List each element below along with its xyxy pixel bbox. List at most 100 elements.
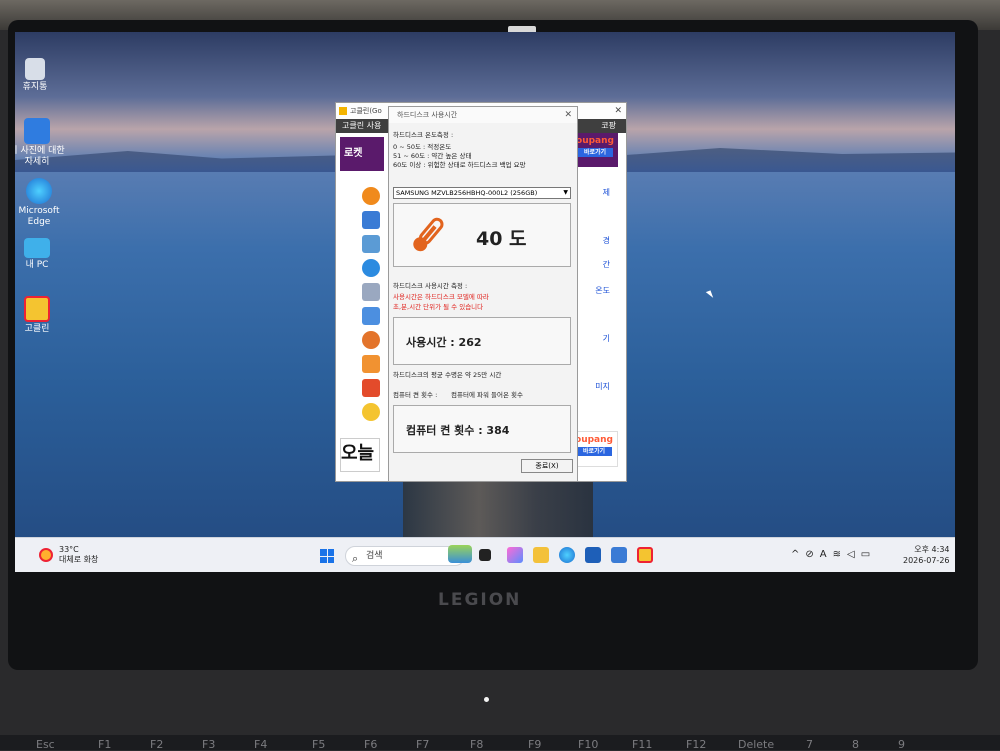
usage-header: 하드디스크 사용시간 측정 : [393,282,468,290]
desktop-icon-spotlight[interactable]: 이 사진에 대한 자세히 [15,118,67,168]
clock[interactable]: 오후 4:34 2026-07-26 [903,544,950,566]
key-delete: Delete [738,738,775,751]
weather-temp: 33°C [59,545,79,554]
key-8: 8 [852,738,859,751]
key-f8: F8 [470,738,484,751]
clock-date: 2026-07-26 [903,556,950,565]
goclean-taskbar-icon[interactable] [637,547,653,563]
ime-indicator[interactable]: A [820,549,833,560]
usage-time-value: 사용시간 : 262 [406,336,482,349]
rocket-banner[interactable]: 로켓 [340,137,384,171]
start-button[interactable] [320,549,334,563]
magnifier-icon[interactable] [362,331,380,349]
desktop-icon-goclean[interactable]: 고클린 [15,296,67,335]
clean-icon[interactable] [362,187,380,205]
legion-logo: LEGION [438,590,522,610]
key-esc: Esc [36,738,55,751]
hdd-usage-dialog: 하드디스크 사용시간 ✕ 하드디스크 온도측정 : 0 ~ 50도 : 적정온도… [388,106,578,482]
power-count-value: 컴퓨터 켠 횟수 : 384 [406,424,510,437]
temp-range-high: 51 ~ 60도 : 약간 높은 상태 [393,152,472,160]
app-icon [339,107,347,115]
ie-icon[interactable] [362,259,380,277]
desktop-icon-label: 내 PC [25,260,49,270]
menu-item-usage[interactable]: 고클린 사용 [342,121,381,130]
side-link[interactable]: 기 [603,333,610,344]
store-icon[interactable] [585,547,601,563]
volume-icon[interactable]: ◁ [847,549,861,560]
desktop-icon-label: 고클린 [24,324,50,334]
wifi-icon[interactable]: ≋ [833,549,847,560]
close-icon[interactable]: ✕ [564,107,572,123]
battery-icon[interactable]: ▭ [861,549,876,560]
app-taskbar-icon[interactable] [611,547,627,563]
dialog-titlebar: 하드디스크 사용시간 ✕ [389,107,577,123]
copilot-icon[interactable] [507,547,523,563]
edge-icon [26,178,52,204]
file-explorer-icon[interactable] [533,547,549,563]
side-link[interactable]: 온도 [595,285,610,296]
search-icon: ⌕ [352,552,359,565]
usage-note: 사용시간은 하드디스크 모델에 따라 [393,293,489,301]
key-f12: F12 [686,738,707,751]
desktop-icon-label: 휴지통 [22,82,48,92]
system-tray[interactable]: ^⊘A≋◁▭ [791,549,876,560]
desktop-icon-label: 이 사진에 대한 자세히 [15,146,65,167]
info-icon [24,118,50,144]
exit-button[interactable]: 종료(X) [521,459,573,473]
close-icon[interactable]: ✕ [614,103,622,119]
key-9: 9 [898,738,905,751]
key-f4: F4 [254,738,268,751]
key-f9: F9 [528,738,542,751]
chevron-up-icon[interactable]: ^ [791,549,805,560]
key-f3: F3 [202,738,216,751]
side-link[interactable]: 경 [603,235,610,246]
windows-tool-icon[interactable] [362,235,380,253]
coupang-go-button[interactable]: 바로가기 [576,447,612,456]
weather-widget[interactable]: 33°C 대체로 화창 [39,545,99,565]
menu-item-coupang[interactable]: 코팡 [601,119,616,133]
checklist-icon[interactable] [362,307,380,325]
dialog-title: 하드디스크 사용시간 [397,111,458,119]
drive-select[interactable]: SAMSUNG MZVLB256HBHQ-000L2 (256GB) ▼ [393,187,571,199]
temperature-value: 40 도 [476,228,527,250]
power-led [484,697,489,702]
wrench-icon[interactable] [362,355,380,373]
key-f11: F11 [632,738,653,751]
network-off-icon[interactable]: ⊘ [805,549,819,560]
side-link[interactable]: 간 [603,259,610,270]
key-7: 7 [806,738,813,751]
key-f10: F10 [578,738,599,751]
desktop-icon-this-pc[interactable]: 내 PC [15,238,67,271]
temp-range-normal: 0 ~ 50도 : 적정온도 [393,143,452,151]
power-note: 컴퓨터에 파워 들어온 횟수 [451,391,523,399]
drive-select-value: SAMSUNG MZVLB256HBHQ-000L2 (256GB) [396,189,538,197]
search-placeholder: 검색 [366,551,383,561]
avg-life-text: 하드디스크의 평균 수명은 약 25만 시간 [393,371,502,379]
coupang-banner-top[interactable]: oupang 바로가기 [572,133,618,167]
coupang-go-button[interactable]: 바로가기 [577,148,613,157]
weather-icon [39,548,53,562]
task-view-icon[interactable] [479,549,491,561]
desktop-icon-label: Microsoft Edge [18,206,60,227]
desktop-icon-edge[interactable]: Microsoft Edge [15,178,69,228]
side-link[interactable]: 제 [603,187,610,198]
edge-taskbar-icon[interactable] [559,547,575,563]
today-banner[interactable]: 오늘 [340,438,380,472]
temp-header: 하드디스크 온도측정 : [393,131,454,139]
side-link[interactable]: 미지 [595,381,610,392]
monitor-icon [24,238,50,258]
bulb-icon[interactable] [362,403,380,421]
remove-icon[interactable] [362,379,380,397]
weather-desc: 대체로 화창 [59,555,99,564]
search-box[interactable]: ⌕ 검색 [345,545,472,566]
desktop-screen: 휴지통 이 사진에 대한 자세히 Microsoft Edge 내 PC 고클린… [15,32,955,572]
key-f1: F1 [98,738,112,751]
thermometer-icon [413,217,444,252]
chevron-down-icon: ▼ [563,189,568,196]
monitor-tool-icon[interactable] [362,211,380,229]
mouse-cursor [705,290,714,300]
document-icon[interactable] [362,283,380,301]
desktop-icon-recycle-bin[interactable]: 휴지통 [15,58,65,93]
search-highlight-icon [448,545,472,563]
wallpaper-pier [403,480,593,540]
